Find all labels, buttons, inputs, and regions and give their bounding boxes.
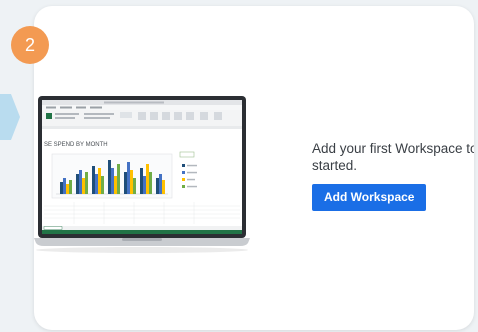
step-connector-arrow (0, 94, 20, 140)
onboarding-cta: Add your first Workspace to get started.… (312, 140, 474, 211)
workspace-onboarding-card: SE SPEND BY MONTH Add your first Workspa… (34, 6, 474, 330)
add-workspace-button[interactable]: Add Workspace (312, 184, 427, 211)
laptop-spreadsheet-icon: SE SPEND BY MONTH (34, 96, 250, 253)
step-number-badge: 2 (11, 26, 49, 64)
onboarding-message: Add your first Workspace to get started. (312, 141, 474, 173)
sheet-title: SE SPEND BY MONTH (44, 142, 108, 148)
